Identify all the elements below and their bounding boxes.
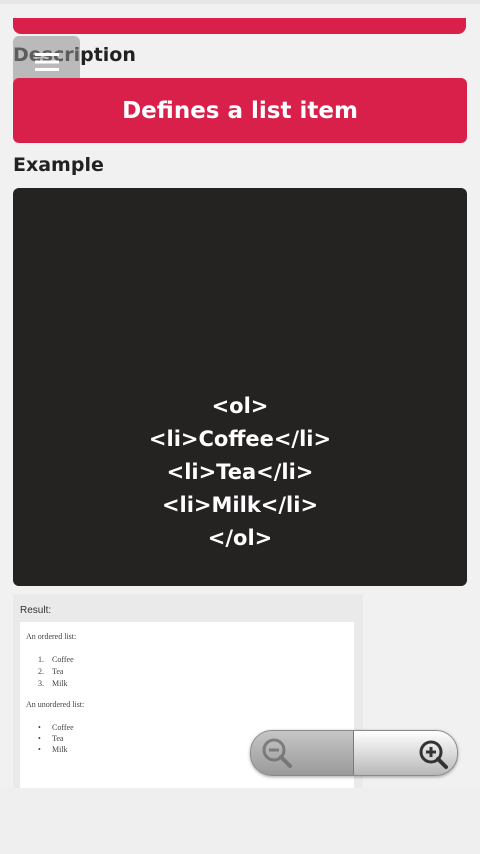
previous-section-banner: [13, 18, 466, 34]
unordered-list-item: • Milk: [38, 745, 68, 754]
ordered-list-heading: An ordered list:: [26, 632, 77, 641]
code-line: <li>Coffee</li>: [148, 427, 332, 451]
status-bar-strip: [0, 0, 480, 4]
code-line: <li>Tea</li>: [166, 460, 314, 484]
code-line: <li>Milk</li>: [161, 493, 319, 517]
zoom-in-button[interactable]: [354, 731, 457, 775]
unordered-list-item: • Coffee: [38, 723, 74, 732]
code-line: </ol>: [207, 526, 273, 550]
description-banner: Defines a list item: [13, 78, 467, 143]
zoom-out-button[interactable]: [251, 731, 353, 775]
zoom-out-icon: [262, 738, 292, 768]
code-line: <ol>: [211, 394, 269, 418]
ordered-list-item: 1. Coffee: [38, 655, 74, 664]
hamburger-menu-icon: [34, 52, 59, 71]
ordered-list-item: 3. Milk: [38, 679, 68, 688]
zoom-in-icon: [419, 740, 448, 769]
result-title: Result:: [20, 605, 52, 616]
zoom-control: [250, 730, 458, 776]
code-example-block: <ol> <li>Coffee</li> <li>Tea</li> <li>Mi…: [13, 188, 467, 748]
unordered-list-item: • Tea: [38, 734, 64, 743]
ordered-list-item: 2. Tea: [38, 667, 64, 676]
unordered-list-heading: An unordered list:: [26, 700, 85, 709]
example-label: Example: [13, 154, 104, 176]
page-bottom-area: [0, 788, 480, 854]
